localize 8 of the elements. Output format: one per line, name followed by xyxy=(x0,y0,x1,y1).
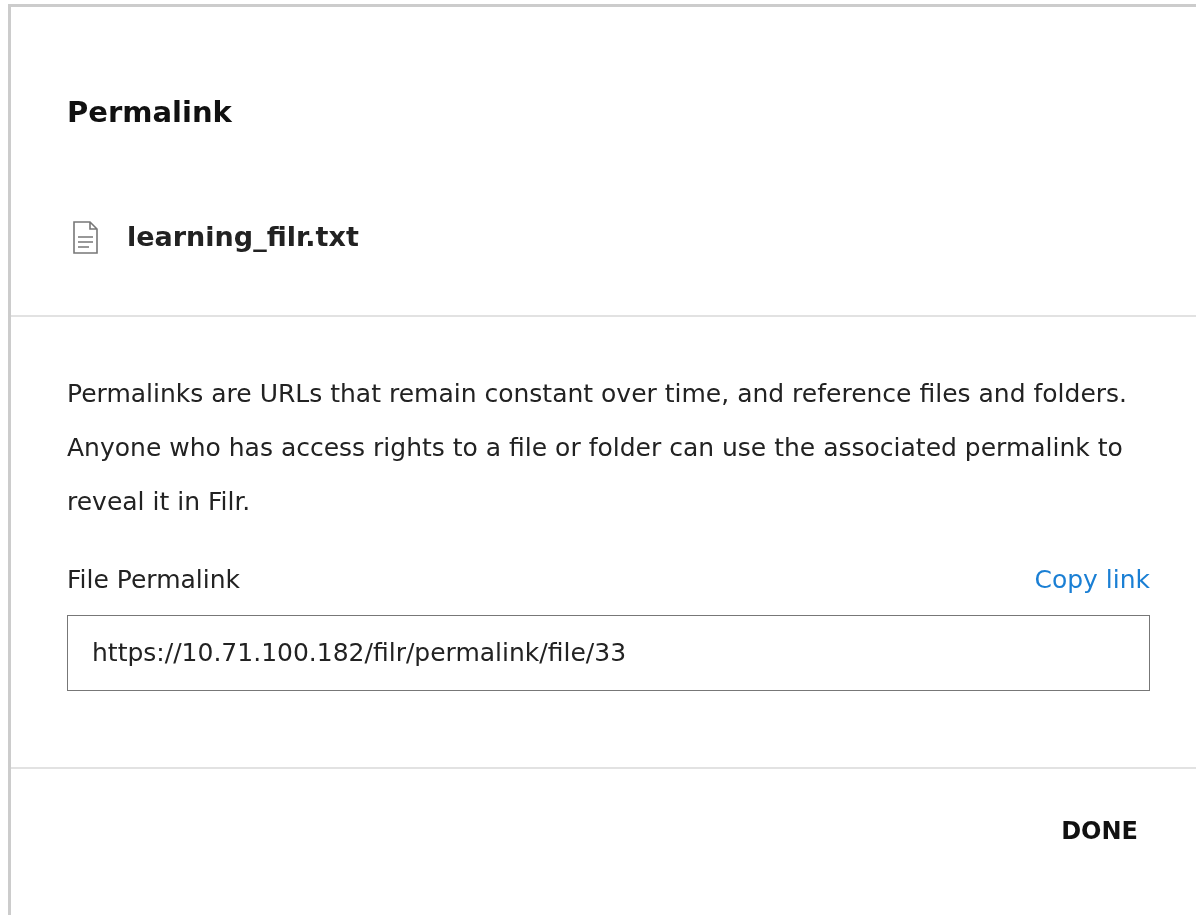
permalink-field[interactable]: https://10.71.100.182/filr/permalink/file/33 xyxy=(67,614,1150,691)
dialog-title: Permalink xyxy=(66,94,233,130)
file-name: learning_filr.txt xyxy=(127,220,359,255)
description-text: Anyone who has access rights to a file or folder can use the associated permalink to reveal it in Filr. xyxy=(67,431,1124,518)
done-button[interactable]: DONE xyxy=(1049,808,1150,853)
field-label: File Permalink xyxy=(67,563,241,596)
description-text: Permalinks are URLs that remain constant over time, and reference files and folders. xyxy=(67,377,1128,410)
copy-link[interactable]: Copy link xyxy=(1034,552,1150,607)
